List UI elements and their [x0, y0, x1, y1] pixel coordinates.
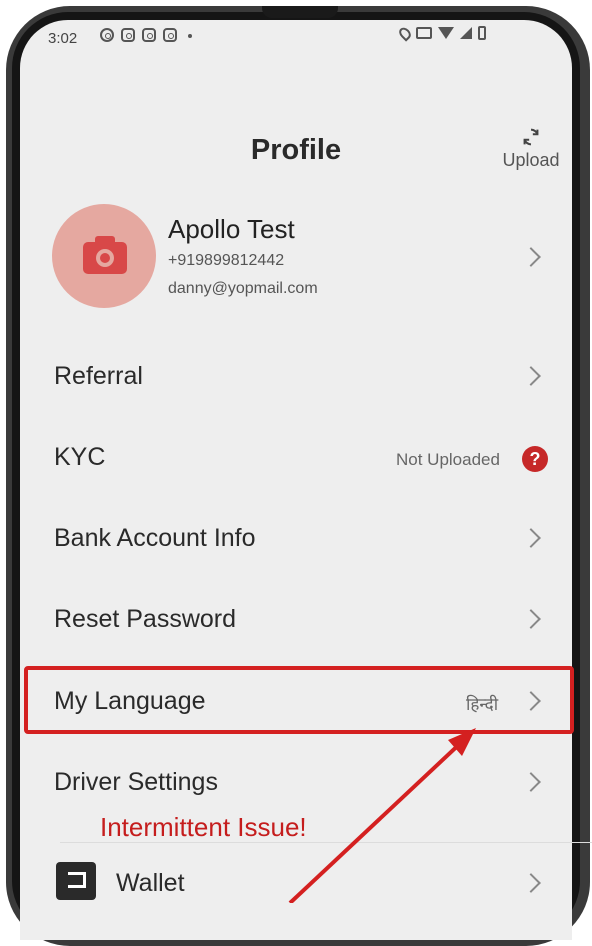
annotation-arrow	[288, 728, 476, 903]
